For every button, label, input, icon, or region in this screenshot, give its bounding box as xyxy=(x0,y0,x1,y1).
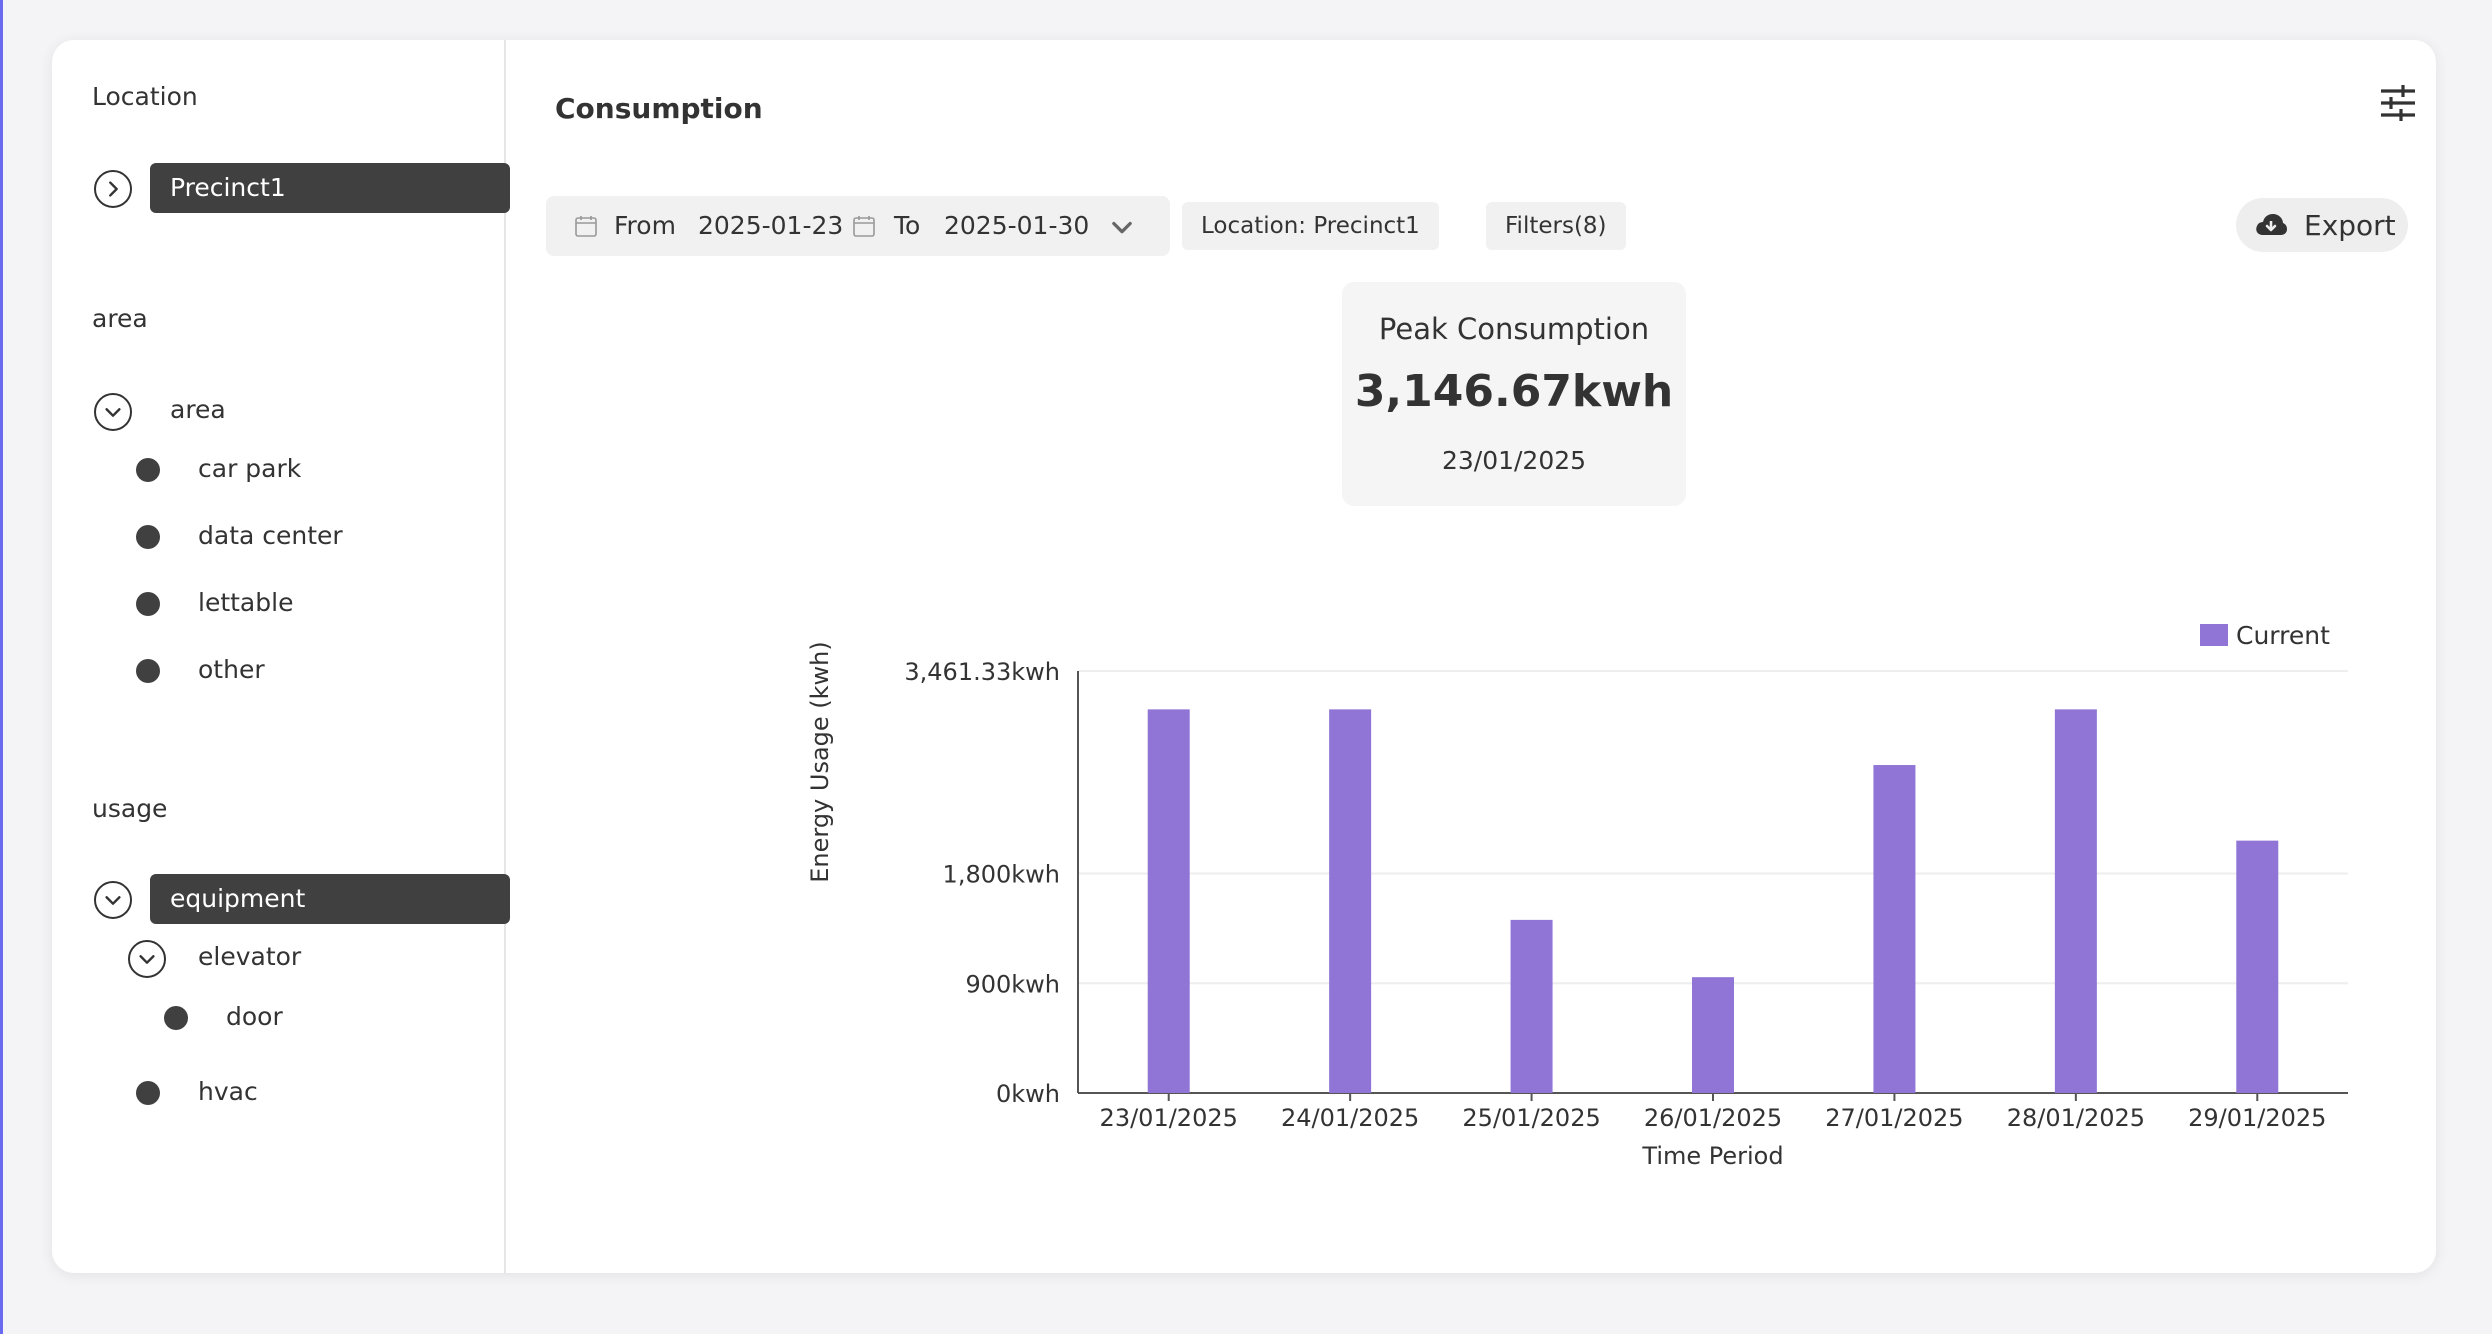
area-item-car-park[interactable]: car park xyxy=(198,454,301,483)
main-panel: Consumption From 2025-01-23 To 2025-01-3… xyxy=(506,40,2436,1273)
collapse-usage-button[interactable] xyxy=(94,881,132,919)
bar xyxy=(1873,765,1916,1093)
legend-swatch xyxy=(2200,624,2228,646)
x-tick-label: 29/01/2025 xyxy=(2188,1104,2326,1132)
bullet-icon xyxy=(136,458,160,482)
window-left-edge xyxy=(0,0,3,1334)
chevron-right-icon xyxy=(109,181,118,197)
y-tick-label: 900kwh xyxy=(965,970,1060,998)
collapse-elevator-button[interactable] xyxy=(128,940,166,978)
bar xyxy=(2054,709,2097,1093)
area-item-data-center[interactable]: data center xyxy=(198,521,343,550)
legend-label: Current xyxy=(2236,621,2330,650)
area-item-other[interactable]: other xyxy=(198,655,265,684)
energy-bar-chart: 0kwh 900kwh 1,800kwh 3,461.33kwh 23/01/2025 2… xyxy=(806,621,2348,1170)
bar xyxy=(1510,919,1553,1093)
usage-item-elevator[interactable]: elevator xyxy=(198,942,301,971)
chevron-down-icon xyxy=(105,896,121,905)
usage-item-equipment[interactable]: equipment xyxy=(150,874,510,924)
x-tick-label: 24/01/2025 xyxy=(1281,1104,1419,1132)
bar xyxy=(1147,709,1190,1093)
x-tick-label: 25/01/2025 xyxy=(1462,1104,1600,1132)
location-item-precinct1[interactable]: Precinct1 xyxy=(150,163,510,213)
x-tick-label: 26/01/2025 xyxy=(1644,1104,1782,1132)
y-tick-label: 3,461.33kwh xyxy=(904,658,1060,686)
y-tick-label: 1,800kwh xyxy=(943,861,1060,889)
bullet-icon xyxy=(136,592,160,616)
x-tick-label: 28/01/2025 xyxy=(2007,1104,2145,1132)
chevron-down-icon xyxy=(105,408,121,417)
bar xyxy=(1692,977,1734,1093)
usage-item-door[interactable]: door xyxy=(226,1002,283,1031)
bar xyxy=(1329,709,1372,1093)
chevron-down-icon xyxy=(139,955,155,964)
filter-sidebar: Location Precinct1 area area car park da… xyxy=(52,40,510,1273)
location-section-label: Location xyxy=(92,82,198,111)
bullet-icon xyxy=(136,659,160,683)
collapse-area-button[interactable] xyxy=(94,393,132,431)
consumption-card: Location Precinct1 area area car park da… xyxy=(52,40,2436,1273)
usage-item-hvac[interactable]: hvac xyxy=(198,1077,258,1106)
bullet-icon xyxy=(164,1006,188,1030)
x-tick-label: 23/01/2025 xyxy=(1100,1104,1238,1132)
area-group-item[interactable]: area xyxy=(170,395,226,424)
bullet-icon xyxy=(136,525,160,549)
usage-section-label: usage xyxy=(92,794,168,823)
y-axis-title: Energy Usage (kwh) xyxy=(806,641,834,883)
bullet-icon xyxy=(136,1081,160,1105)
x-axis-title: Time Period xyxy=(1641,1142,1783,1170)
area-item-lettable[interactable]: lettable xyxy=(198,588,293,617)
x-tick-label: 27/01/2025 xyxy=(1825,1104,1963,1132)
bar xyxy=(2236,840,2279,1093)
expand-location-button[interactable] xyxy=(94,170,132,208)
area-section-label: area xyxy=(92,304,148,333)
y-tick-label: 0kwh xyxy=(996,1080,1060,1108)
